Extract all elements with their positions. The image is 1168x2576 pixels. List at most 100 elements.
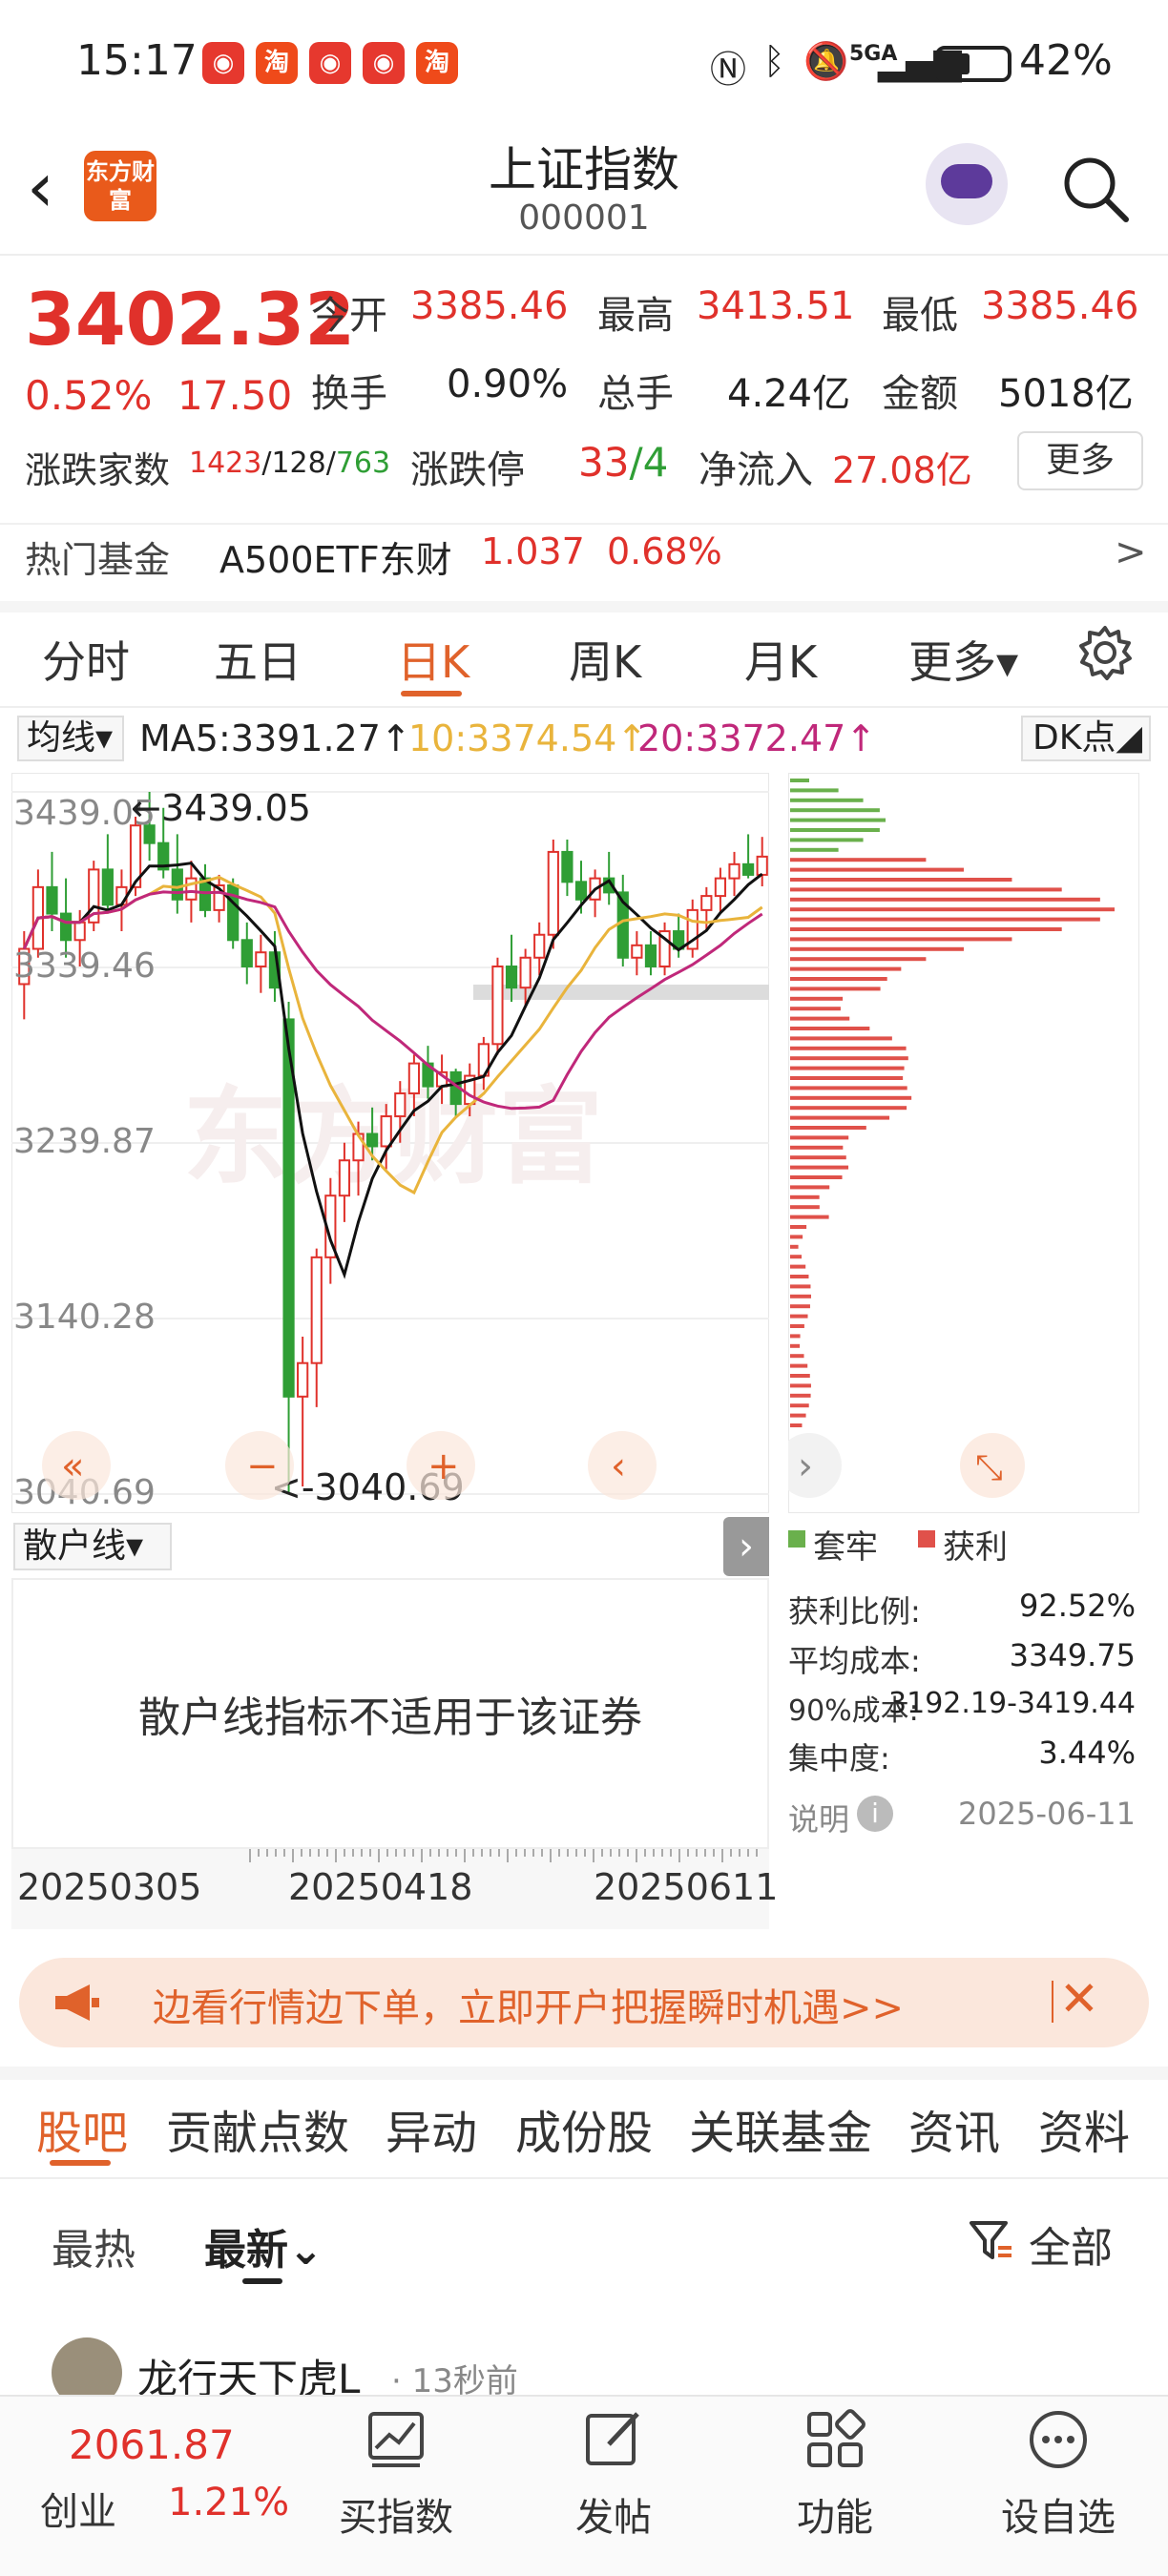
gear-icon[interactable] [1076,624,1134,681]
taobao-icon: 淘 [416,42,458,84]
note-label[interactable]: 说明 [788,1796,849,1839]
banner-divider [1052,1981,1053,2023]
clock: 15:17 [76,36,198,85]
grid-apps-icon[interactable] [802,2406,868,2473]
chip-bar [790,907,1115,912]
chip-bar [790,1343,801,1348]
last-price: 3402.32 [25,277,356,362]
chip-bar [790,987,881,991]
close-icon[interactable]: ✕ [1059,1971,1099,2026]
compose-icon[interactable] [580,2406,647,2473]
assistant-robot-icon[interactable] [926,143,1008,225]
candle-body [547,850,559,936]
locked-legend-swatch [788,1530,805,1548]
amount-label: 金额 [882,372,958,416]
chip-bar [790,878,1012,882]
chip-bar [790,1304,810,1309]
sort-latest[interactable]: 最新⌄ [204,2215,323,2276]
candle-body [185,877,198,901]
tab-underline [401,691,462,696]
chart-trade-icon[interactable] [363,2406,429,2473]
info-icon[interactable]: i [857,1796,893,1832]
candle-body [742,862,755,876]
limit-label: 涨跌停 [410,448,525,492]
tab-monthly-k[interactable]: 月K [744,628,817,691]
kline-chart[interactable]: 东方财富 3439.053339.463239.873140.283040.69… [11,773,769,1513]
chip-bar [790,1027,870,1030]
tab-constituents[interactable]: 成份股 [515,2095,653,2162]
weibo-icon: ◉ [202,42,244,84]
y-axis-label: 3239.87 [13,1122,156,1161]
candle-body [561,850,574,883]
ma-selector[interactable]: 均线▾ [17,716,124,761]
candle-body [491,966,504,1046]
nav-buy-index[interactable]: 买指数 [310,2486,482,2542]
candle-body [714,877,727,898]
tab-profile[interactable]: 资料 [1038,2095,1130,2162]
tab-weekly-k[interactable]: 周K [569,628,641,691]
indicator-selector[interactable]: 散户线▾ [13,1523,172,1570]
tab-intraday[interactable]: 分时 [42,628,130,691]
chip-bar [790,1264,806,1269]
sort-hot[interactable]: 最热 [52,2215,136,2276]
nav-index-value[interactable]: 2061.87 [69,2421,235,2468]
inflow-label: 净流入 [699,448,813,492]
tab-daily-k[interactable]: 日K [397,628,469,691]
change-percent: 0.52% [25,372,153,419]
nav-index-name[interactable]: 创业 [40,2481,116,2536]
tab-contribution[interactable]: 贡献点数 [166,2095,349,2162]
chip-bar [790,1205,820,1210]
chip-bar [790,1363,808,1368]
more-dots-icon[interactable] [1025,2406,1092,2473]
nav-add-watchlist[interactable]: 设自选 [972,2486,1144,2542]
change-value: 17.50 [177,372,293,419]
chip-bar [790,1275,809,1278]
chip-bar [790,1284,811,1289]
chip-bar [790,867,964,872]
tab-five-day[interactable]: 五日 [214,628,302,691]
turnover-label: 换手 [311,372,387,416]
search-icon[interactable] [1059,153,1132,225]
tab-movement[interactable]: 异动 [386,2095,477,2162]
nav-post[interactable]: 发帖 [528,2486,699,2542]
filter-label[interactable]: 全部 [1029,2213,1113,2275]
chip-bar [790,1007,841,1011]
chip-bar [790,1155,846,1160]
chip-bar [790,996,844,1001]
tab-related-funds[interactable]: 关联基金 [689,2095,872,2162]
tab-guba[interactable]: 股吧 [36,2095,128,2162]
chip-bar [790,847,839,852]
candle-body [101,868,114,906]
chip-bar [790,1383,811,1388]
chip-bar [790,1175,843,1179]
candle-body [700,895,713,911]
nav-index-percent[interactable]: 1.21% [168,2481,289,2524]
chip-bar [790,1255,803,1259]
y-axis-label: 3140.28 [13,1298,156,1337]
hot-fund-name[interactable]: A500ETF东财 [219,530,452,583]
high-label: 最高 [597,294,674,338]
indicator-toggle-button[interactable]: › [723,1517,769,1576]
chip-bar [790,828,880,832]
filter-icon[interactable] [968,2217,1013,2263]
volume-label: 总手 [597,372,674,416]
date-end: 20250611 [594,1866,779,1908]
nav-functions[interactable]: 功能 [749,2486,921,2542]
locked-legend-label: 套牢 [813,1528,878,1567]
chip-bar [790,1354,804,1359]
tab-news[interactable]: 资讯 [908,2095,1000,2162]
sort-underline [242,2278,282,2284]
dk-point-button[interactable]: DK点◢ [1021,716,1151,761]
tab-more[interactable]: 更多▾ [908,628,1018,691]
ma20-value: 20:3372.47↑ [637,717,877,759]
cost90-value: 3192.19-3419.44 [888,1687,1136,1720]
chip-distribution-chart[interactable]: › ⤡ [788,773,1139,1513]
rewind-icon: « [61,1444,84,1488]
date-start: 20250305 [17,1866,202,1908]
chip-bar [790,1393,811,1398]
promo-text[interactable]: 边看行情边下单，立即开户把握瞬时机遇>> [153,1977,904,2032]
more-button[interactable]: 更多 [1017,431,1143,490]
avg-cost-label: 平均成本: [788,1643,921,1679]
chevron-right-icon[interactable]: > [1115,530,1147,574]
candle-body [644,944,657,968]
